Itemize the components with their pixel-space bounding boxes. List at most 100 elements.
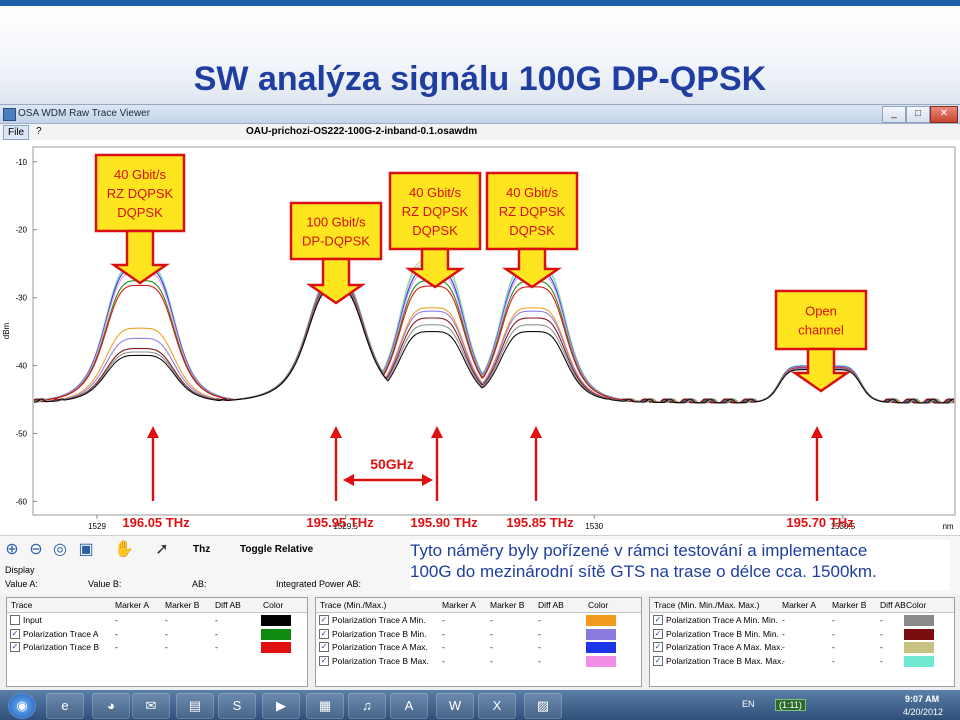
trace-color-swatch[interactable]	[904, 628, 934, 640]
battery-indicator[interactable]: (1:11)	[775, 699, 806, 711]
clock-time[interactable]: 9:07 AM	[905, 694, 939, 704]
maximize-button[interactable]: □	[906, 106, 930, 123]
callout-text: 40 Gbit/s	[114, 167, 167, 182]
y-tick-label: -30	[15, 294, 27, 303]
itunes-icon[interactable]: ♫	[348, 693, 386, 719]
column-header[interactable]: Color	[263, 600, 283, 610]
start-orb-icon[interactable]: ◉	[8, 693, 36, 719]
trace-color-swatch[interactable]	[261, 615, 291, 626]
explorer-icon[interactable]: ▤	[176, 693, 214, 719]
y-tick-label: -50	[15, 429, 27, 438]
close-button[interactable]: ✕	[930, 106, 958, 123]
trace-color-swatch[interactable]	[586, 615, 616, 626]
excel-icon[interactable]: X	[478, 693, 516, 719]
spectrum-plot[interactable]: -10-20-30-40-50-60dBm1529 1529.5 1530 1530.…	[0, 141, 960, 535]
table-row[interactable]: ✓ Polarization Trace B Min. Min. - - -	[650, 628, 954, 641]
zoom-fit-icon[interactable]: ◎	[50, 540, 70, 560]
table-row[interactable]: Input - - -	[7, 614, 307, 627]
x-tick-label: 1529	[88, 522, 106, 531]
table-row[interactable]: ✓ Polarization Trace A Min. - - -	[316, 614, 641, 627]
frequency-label: 195.95 THz	[306, 515, 374, 530]
column-header[interactable]: Marker A	[115, 600, 149, 610]
column-header[interactable]: Marker B	[165, 600, 199, 610]
trace-checkbox[interactable]: ✓	[10, 642, 20, 652]
marker-value: -	[442, 655, 445, 666]
table-row[interactable]: ✓ Polarization Trace A Max. - - -	[316, 641, 641, 654]
trace-color-swatch[interactable]	[261, 628, 291, 640]
column-header[interactable]: Diff AB	[538, 600, 564, 610]
trace-checkbox[interactable]: ✓	[653, 655, 663, 666]
trace-checkbox[interactable]: ✓	[319, 642, 329, 652]
trace-color-swatch[interactable]	[586, 628, 616, 640]
marker-value: -	[490, 655, 493, 666]
table-header: Trace (Min. Min./Max. Max.) Marker A Marke…	[650, 598, 954, 613]
callout-box	[289, 201, 383, 261]
marker-value: -	[832, 628, 835, 639]
frequency-label: 195.70 THz	[786, 515, 854, 530]
marker-value: -	[538, 642, 541, 652]
table-row[interactable]: ✓ Polarization Trace A Min. Min. - - -	[650, 614, 954, 627]
menu-help[interactable]: ?	[32, 125, 46, 138]
app-icon	[3, 108, 16, 121]
trace-table: Trace Marker A Marker B Diff AB Color Input - -…	[6, 597, 308, 687]
ie-icon[interactable]: e	[46, 693, 84, 719]
zoom-out-icon[interactable]: ⊖	[26, 540, 46, 560]
table-row[interactable]: ✓ Polarization Trace B Min. - - -	[316, 628, 641, 641]
files-icon[interactable]: ▦	[306, 693, 344, 719]
trace-color-swatch[interactable]	[261, 642, 291, 653]
column-header[interactable]: Diff AB	[880, 600, 906, 610]
column-header[interactable]: Trace (Min. Min./Max. Max.)	[654, 600, 759, 610]
marker-value: -	[782, 655, 785, 666]
minimize-button[interactable]: _	[882, 106, 906, 123]
trace-checkbox[interactable]: ✓	[653, 615, 663, 625]
thz-button[interactable]: Thz	[193, 544, 210, 555]
column-header[interactable]: Marker B	[832, 600, 866, 610]
trace-color-swatch[interactable]	[904, 615, 934, 626]
column-header[interactable]: Marker B	[490, 600, 524, 610]
table-row[interactable]: ✓ Polarization Trace A Max. Max. - - -	[650, 641, 954, 654]
trace-checkbox[interactable]: ✓	[319, 615, 329, 625]
trace-checkbox[interactable]: ✓	[10, 628, 20, 639]
clock-date[interactable]: 4/20/2012	[903, 707, 943, 717]
trace-name: Polarization Trace B Max. Max.	[666, 655, 784, 666]
table-row[interactable]: ✓ Polarization Trace B Max. - - -	[316, 655, 641, 668]
chrome-icon[interactable]: ◕	[92, 693, 130, 719]
trace-checkbox[interactable]	[10, 615, 20, 625]
trace-checkbox[interactable]: ✓	[653, 642, 663, 652]
acrobat-icon[interactable]: A	[390, 693, 428, 719]
trace-checkbox[interactable]: ✓	[319, 628, 329, 639]
media-icon[interactable]: ▶	[262, 693, 300, 719]
column-header[interactable]: Marker A	[782, 600, 816, 610]
column-header[interactable]: Diff AB	[215, 600, 241, 610]
osa-viewer-icon[interactable]: ▨	[524, 693, 562, 719]
marker-value: -	[215, 628, 218, 639]
outlook-icon[interactable]: ✉	[132, 693, 170, 719]
zoom-box-icon[interactable]: ▣	[76, 540, 96, 560]
trace-checkbox[interactable]: ✓	[653, 628, 663, 639]
table-row[interactable]: ✓ Polarization Trace A - - -	[7, 628, 307, 641]
toggle-relative-button[interactable]: Toggle Relative	[240, 544, 313, 555]
zoom-in-icon[interactable]: ⊕	[2, 540, 22, 560]
trace-color-swatch[interactable]	[586, 655, 616, 667]
language-indicator[interactable]: EN	[742, 699, 755, 709]
marker-value: -	[880, 642, 883, 652]
trace-color-swatch[interactable]	[904, 642, 934, 653]
column-header[interactable]: Trace (Min./Max.)	[320, 600, 386, 610]
trace-checkbox[interactable]: ✓	[319, 655, 329, 666]
column-header[interactable]: Trace	[11, 600, 32, 610]
skype-icon[interactable]: S	[218, 693, 256, 719]
menu-file[interactable]: File	[3, 125, 30, 140]
spacing-label: 50GHz	[370, 456, 414, 472]
column-header[interactable]: Color	[588, 600, 608, 610]
word-icon[interactable]: W	[436, 693, 474, 719]
pointer-icon[interactable]: ➚	[152, 540, 172, 560]
trace-color-swatch[interactable]	[904, 655, 934, 667]
column-header[interactable]: Color	[906, 600, 926, 610]
table-row[interactable]: ✓ Polarization Trace B - - -	[7, 641, 307, 654]
callout-text: DQPSK	[412, 223, 458, 238]
window-titlebar: OSA WDM Raw Trace Viewer _ □ ✕	[0, 105, 960, 124]
column-header[interactable]: Marker A	[442, 600, 476, 610]
pan-hand-icon[interactable]: ✋	[114, 540, 134, 560]
table-row[interactable]: ✓ Polarization Trace B Max. Max. - - -	[650, 655, 954, 668]
trace-color-swatch[interactable]	[586, 642, 616, 653]
